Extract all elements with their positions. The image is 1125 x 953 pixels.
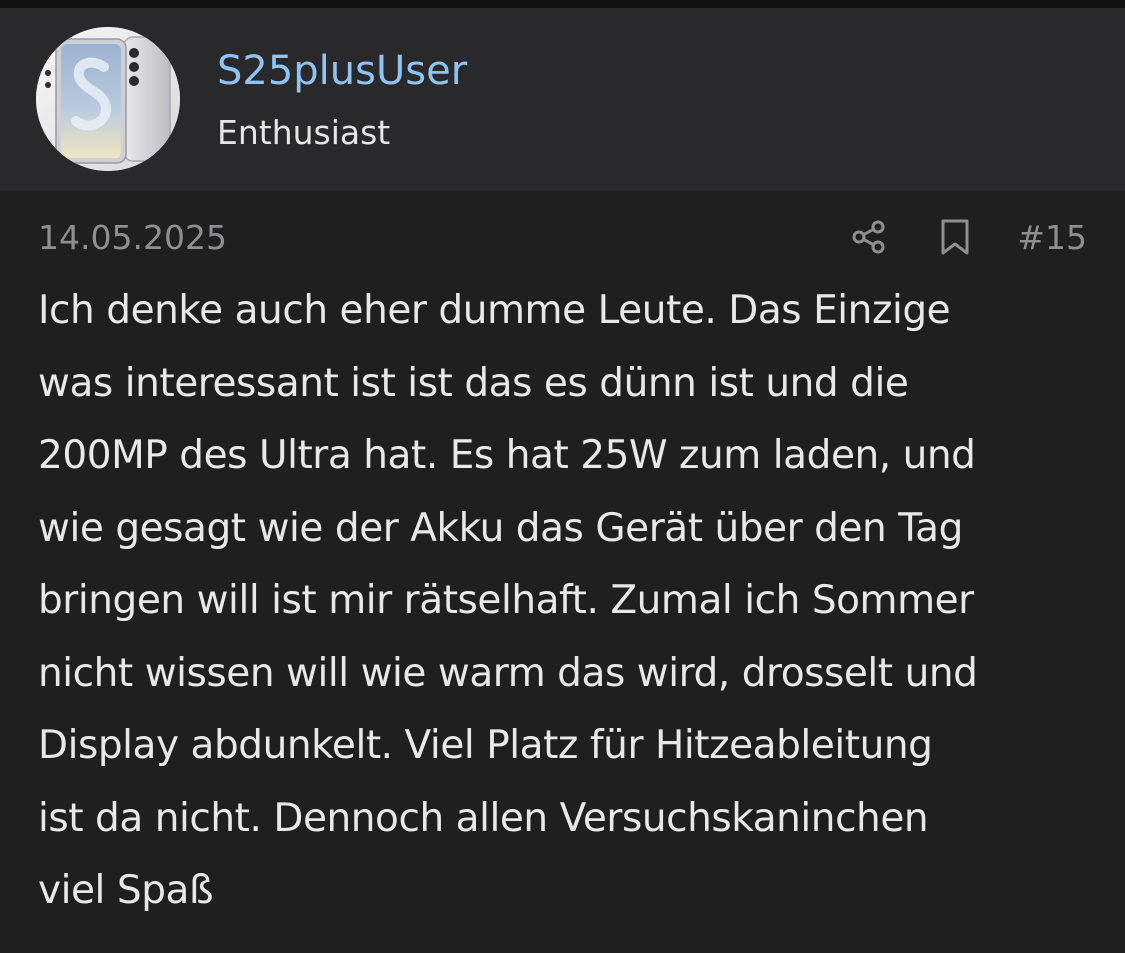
phone-avatar-image — [36, 27, 180, 171]
author-username[interactable]: S25plusUser — [217, 46, 467, 96]
post-meta-bar: 14.05.2025 #15 — [0, 191, 1125, 285]
post-body-line: ist da nicht. Dennoch allen Versuchskani… — [38, 795, 929, 841]
post-body: Ich denke auch eher dumme Leute. Das Ein… — [38, 275, 1098, 928]
top-strip — [0, 0, 1125, 8]
bookmark-icon[interactable] — [935, 217, 975, 257]
post-body-line: 200MP des Ultra hat. Es hat 25W zum lade… — [38, 433, 976, 478]
post-body-line: nicht wissen will wie warm das wird, dro… — [38, 650, 978, 696]
post-body-line: wie gesagt wie der Akku das Gerät über d… — [38, 505, 963, 551]
post-body-line: Ich denke auch eher dumme Leute. Das Ein… — [38, 288, 951, 333]
post-date: 14.05.2025 — [38, 218, 227, 257]
share-icon[interactable] — [849, 217, 889, 257]
avatar[interactable] — [36, 27, 180, 171]
post-author-header: S25plusUser Enthusiast — [0, 8, 1125, 191]
post-body-line: viel Spaß — [38, 868, 214, 913]
post-body-line: Display abdunkelt. Viel Platz für Hitzea… — [38, 723, 933, 768]
author-rank: Enthusiast — [217, 113, 391, 152]
post-number-link[interactable]: #15 — [1017, 217, 1087, 259]
post-body-line: was interessant ist ist das es dünn ist … — [38, 360, 909, 406]
post-body-line: bringen will ist mir rätselhaft. Zumal i… — [38, 578, 974, 623]
